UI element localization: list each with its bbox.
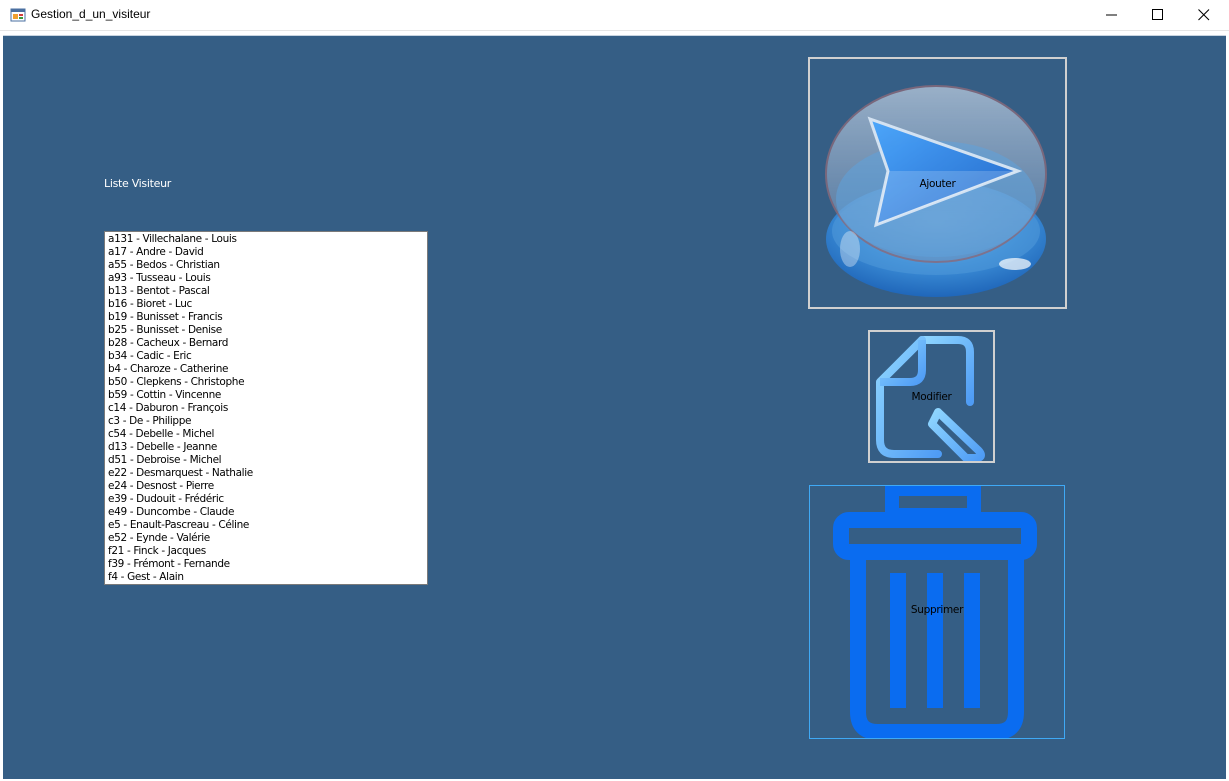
list-item[interactable]: d13 - Debelle - Jeanne <box>105 441 427 454</box>
list-item[interactable]: c3 - De - Philippe <box>105 415 427 428</box>
app-form-icon <box>10 8 26 22</box>
minimize-button[interactable] <box>1089 0 1135 30</box>
list-item[interactable]: e49 - Duncombe - Claude <box>105 506 427 519</box>
list-item[interactable]: f39 - Frémont - Fernande <box>105 558 427 571</box>
minimize-icon <box>1106 14 1117 16</box>
ajouter-label: Ajouter <box>919 178 956 190</box>
maximize-button[interactable] <box>1135 0 1181 30</box>
list-item[interactable]: e5 - Enault-Pascreau - Céline <box>105 519 427 532</box>
list-item[interactable]: b19 - Bunisset - Francis <box>105 311 427 324</box>
list-item[interactable]: b59 - Cottin - Vincenne <box>105 389 427 402</box>
close-button[interactable] <box>1181 0 1227 30</box>
form-client-area: Liste Visiteur a131 - Villechalane - Lou… <box>3 35 1226 779</box>
modifier-label: Modifier <box>911 391 952 403</box>
visitor-listbox[interactable]: a131 - Villechalane - Louis a17 - Andre -… <box>104 231 428 585</box>
list-item[interactable]: c54 - Debelle - Michel <box>105 428 427 441</box>
supprimer-label: Supprimer <box>910 604 964 616</box>
close-icon <box>1198 9 1210 21</box>
list-item[interactable]: e24 - Desnost - Pierre <box>105 480 427 493</box>
list-visiteur-label: Liste Visiteur <box>104 177 171 190</box>
list-item[interactable]: e39 - Dudouit - Frédéric <box>105 493 427 506</box>
list-item[interactable]: b50 - Clepkens - Christophe <box>105 376 427 389</box>
list-item[interactable]: f4 - Gest - Alain <box>105 571 427 584</box>
ajouter-button[interactable]: Ajouter <box>808 57 1067 309</box>
list-item[interactable]: b16 - Bioret - Luc <box>105 298 427 311</box>
supprimer-button[interactable]: Supprimer <box>809 485 1065 739</box>
list-item[interactable]: b4 - Charoze - Catherine <box>105 363 427 376</box>
maximize-icon <box>1152 9 1163 20</box>
list-item[interactable]: d51 - Debroise - Michel <box>105 454 427 467</box>
list-item[interactable]: b28 - Cacheux - Bernard <box>105 337 427 350</box>
list-item[interactable]: a55 - Bedos - Christian <box>105 259 427 272</box>
list-item[interactable]: b34 - Cadic - Eric <box>105 350 427 363</box>
list-item[interactable]: c14 - Daburon - François <box>105 402 427 415</box>
list-item[interactable]: a17 - Andre - David <box>105 246 427 259</box>
list-item[interactable]: e22 - Desmarquest - Nathalie <box>105 467 427 480</box>
modifier-button[interactable]: Modifier <box>868 330 995 463</box>
list-item[interactable]: a131 - Villechalane - Louis <box>105 233 427 246</box>
list-item[interactable]: e52 - Eynde - Valérie <box>105 532 427 545</box>
list-item[interactable]: f21 - Finck - Jacques <box>105 545 427 558</box>
list-item[interactable]: b13 - Bentot - Pascal <box>105 285 427 298</box>
list-item[interactable]: b25 - Bunisset - Denise <box>105 324 427 337</box>
title-bar[interactable]: Gestion_d_un_visiteur <box>0 0 1229 31</box>
window-title: Gestion_d_un_visiteur <box>31 7 151 21</box>
list-item[interactable]: a93 - Tusseau - Louis <box>105 272 427 285</box>
